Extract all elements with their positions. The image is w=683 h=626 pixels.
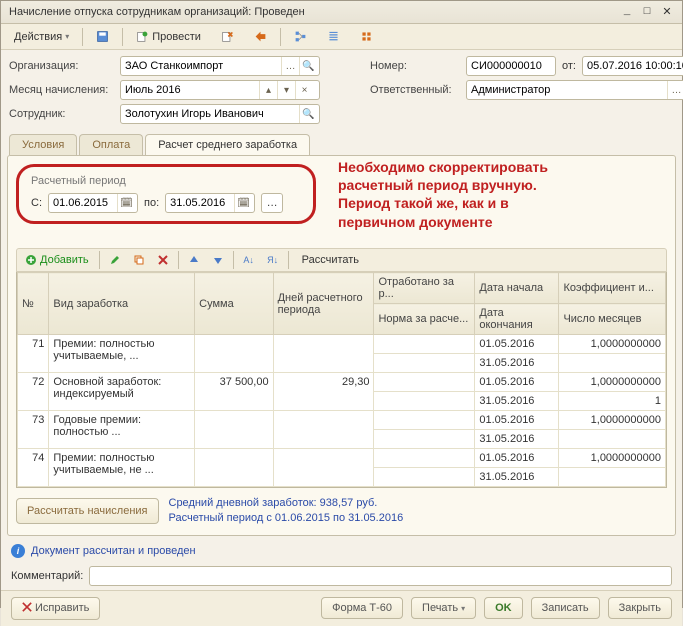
fix-icon	[22, 602, 32, 615]
open-icon[interactable]: 🔍	[299, 105, 317, 123]
minimize-button[interactable]: _	[620, 5, 634, 19]
unconduct-icon[interactable]	[214, 27, 241, 46]
resp-label: Ответственный:	[370, 84, 460, 96]
calendar-icon[interactable]: 🗓	[117, 194, 135, 212]
period-title: Расчетный период	[31, 175, 301, 187]
movement-icon[interactable]	[247, 27, 274, 46]
resp-field[interactable]: …🔍	[466, 80, 683, 100]
col-months[interactable]: Число месяцев	[559, 304, 666, 335]
col-days[interactable]: Дней расчетного периода	[273, 273, 374, 335]
tab-strip: Условия Оплата Расчет среднего заработка	[1, 134, 682, 155]
col-sum[interactable]: Сумма	[195, 273, 273, 335]
date-field[interactable]: 🗓	[582, 56, 683, 76]
tab-conditions[interactable]: Условия	[9, 134, 77, 155]
table-row[interactable]: 74Премии: полностью учитываемые, не ...0…	[18, 449, 666, 468]
settings-icon[interactable]	[353, 27, 380, 46]
col-no[interactable]: №	[18, 273, 49, 335]
col-date-end[interactable]: Дата окончания	[475, 304, 559, 335]
clear-icon[interactable]: ×	[295, 81, 313, 99]
summary-text: Средний дневной заработок: 938,57 руб. Р…	[169, 496, 404, 527]
copy-icon[interactable]	[130, 251, 148, 269]
emp-field[interactable]: 🔍	[120, 104, 320, 124]
month-label: Месяц начисления:	[9, 84, 114, 96]
status-line: i Документ рассчитан и проведен	[1, 540, 682, 562]
sort-asc-icon[interactable]: A↓	[240, 251, 258, 269]
print-button[interactable]: Печать ▾	[411, 597, 476, 619]
form-header: Организация: …🔍 Месяц начисления: ▴▾× Со…	[1, 50, 682, 130]
period-to-field[interactable]: 🗓	[165, 193, 255, 213]
tab-calc[interactable]: Расчет среднего заработка	[145, 134, 310, 155]
ellipsis-icon[interactable]: …	[281, 57, 299, 75]
save-icon[interactable]	[89, 27, 116, 46]
period-box: Расчетный период С: 🗓 по: 🗓 …	[16, 164, 316, 224]
calendar-icon[interactable]: 🗓	[234, 194, 252, 212]
structure-icon[interactable]	[287, 27, 314, 46]
info-icon: i	[11, 544, 25, 558]
col-coef[interactable]: Коэффициент и...	[559, 273, 666, 304]
col-norm[interactable]: Норма за расче...	[374, 304, 475, 335]
actions-menu[interactable]: Действия ▾	[7, 28, 76, 46]
sort-desc-icon[interactable]: Я↓	[264, 251, 282, 269]
ok-button[interactable]: OK	[484, 597, 523, 619]
main-toolbar: Действия ▾ Провести	[1, 24, 682, 50]
tab-payment[interactable]: Оплата	[79, 134, 143, 155]
org-label: Организация:	[9, 60, 114, 72]
spin-up-icon[interactable]: ▴	[259, 81, 277, 99]
table-row[interactable]: 71Премии: полностью учитываемые, ...01.0…	[18, 335, 666, 354]
recalc-button[interactable]: Рассчитать	[295, 251, 366, 269]
period-to-label: по:	[144, 197, 159, 209]
form-t60-button[interactable]: Форма Т-60	[321, 597, 403, 619]
emp-label: Сотрудник:	[9, 108, 114, 120]
comment-label: Комментарий:	[11, 570, 83, 582]
window-title: Начисление отпуска сотрудникам организац…	[9, 6, 305, 18]
fix-button[interactable]: Исправить	[11, 597, 100, 620]
from-label: от:	[562, 60, 576, 72]
ellipsis-icon[interactable]: …	[667, 81, 683, 99]
number-label: Номер:	[370, 60, 460, 72]
edit-icon[interactable]	[106, 251, 124, 269]
titlebar: Начисление отпуска сотрудникам организац…	[1, 1, 682, 24]
close-button[interactable]: Закрыть	[608, 597, 672, 619]
annotation-text: Необходимо скорректировать расчетный пер…	[338, 158, 658, 231]
save-button[interactable]: Записать	[531, 597, 600, 619]
move-up-icon[interactable]	[185, 251, 203, 269]
close-button[interactable]: ✕	[660, 5, 674, 19]
number-field[interactable]	[466, 56, 556, 76]
open-icon[interactable]: 🔍	[299, 57, 317, 75]
org-field[interactable]: …🔍	[120, 56, 320, 76]
table-row[interactable]: 72Основной заработок: индексируемый37 50…	[18, 373, 666, 392]
table-row[interactable]: 73Годовые премии: полностью ...01.05.201…	[18, 411, 666, 430]
col-date-start[interactable]: Дата начала	[475, 273, 559, 304]
comment-input[interactable]	[89, 566, 672, 586]
list-icon[interactable]	[320, 27, 347, 46]
grid-toolbar: Добавить A↓ Я↓ Рассчитать	[16, 248, 667, 272]
period-from-label: С:	[31, 197, 42, 209]
move-down-icon[interactable]	[209, 251, 227, 269]
col-worked[interactable]: Отработано за р...	[374, 273, 475, 304]
spin-down-icon[interactable]: ▾	[277, 81, 295, 99]
calc-accruals-button[interactable]: Рассчитать начисления	[16, 498, 159, 524]
maximize-button[interactable]: □	[640, 5, 654, 19]
month-field[interactable]: ▴▾×	[120, 80, 320, 100]
status-text: Документ рассчитан и проведен	[31, 545, 196, 557]
earnings-grid[interactable]: № Вид заработка Сумма Дней расчетного пе…	[16, 272, 667, 488]
tab-panel: Расчетный период С: 🗓 по: 🗓 … Необходимо…	[7, 155, 676, 536]
col-type[interactable]: Вид заработка	[49, 273, 195, 335]
delete-icon[interactable]	[154, 251, 172, 269]
period-from-field[interactable]: 🗓	[48, 193, 138, 213]
conduct-button[interactable]: Провести	[129, 27, 208, 46]
add-button[interactable]: Добавить	[21, 251, 93, 269]
period-select-button[interactable]: …	[261, 193, 283, 213]
